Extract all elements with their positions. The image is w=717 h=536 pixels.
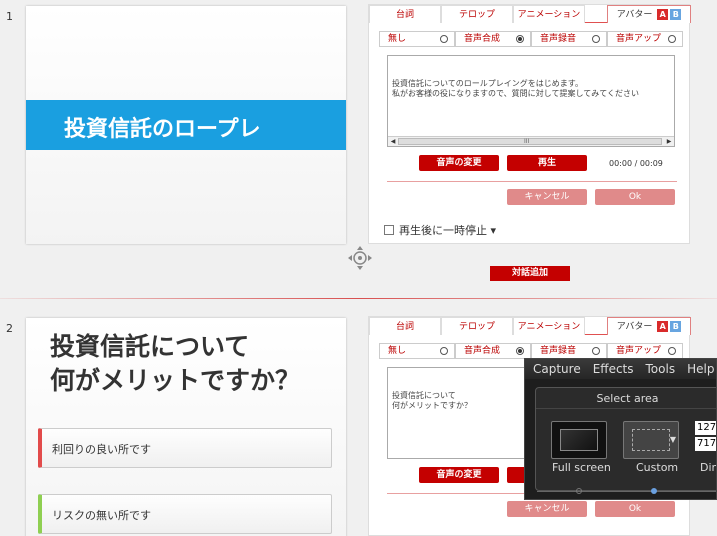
ok-button[interactable]: Ok <box>595 501 675 517</box>
menu-capture[interactable]: Capture <box>533 362 581 376</box>
pause-after-play-label: 再生後に一時停止 ▾ <box>399 224 497 237</box>
slide-title: 投資信託について 何がメリットですか？ <box>50 330 300 398</box>
voice-mode-label: 音声合成 <box>464 346 501 356</box>
custom-area-option[interactable]: ▼ <box>623 421 679 459</box>
menu-tools[interactable]: Tools <box>646 362 676 376</box>
capture-tool-window: Capture Effects Tools Help Select area ▼ Fu… <box>524 358 717 500</box>
change-voice-button[interactable]: 音声の変更 <box>419 155 499 171</box>
voice-mode-record[interactable]: 音声録音 <box>531 343 607 359</box>
voice-mode-label: 無し <box>388 346 407 356</box>
move-handle-icon[interactable] <box>347 245 373 271</box>
cancel-button[interactable]: キャンセル <box>507 189 587 205</box>
panel-tabs: 台詞 テロップ アニメーション アバター AB <box>369 317 691 335</box>
voice-mode-none[interactable]: 無し <box>379 31 455 47</box>
radio-icon <box>592 35 600 43</box>
scroll-thumb[interactable]: III <box>398 138 662 145</box>
tab-telop[interactable]: テロップ <box>441 5 513 23</box>
slide-number: 2 <box>6 322 13 335</box>
answer-option-1[interactable]: 利回りの良い所です <box>38 428 332 468</box>
slide-title: 投資信託のロープレ <box>64 117 261 142</box>
slide-thumbnail-1[interactable]: 投資信託のロープレ <box>26 6 346 244</box>
panel-tabs: 台詞 テロップ アニメーション アバター AB <box>369 5 691 23</box>
width-input[interactable]: 127 <box>695 421 716 435</box>
tab-dialogue[interactable]: 台詞 <box>369 317 441 335</box>
add-dialogue-button[interactable]: 対話追加 <box>490 266 570 281</box>
dialogue-text: 投資信託についてのロールプレイングをはじめます。 私がお客様の役になりますので、… <box>392 79 639 98</box>
full-screen-label: Full screen <box>552 461 611 474</box>
play-button[interactable]: 再生 <box>507 155 587 171</box>
playback-time: 00:00 / 00:09 <box>609 159 663 168</box>
tab-telop[interactable]: テロップ <box>441 317 513 335</box>
avatar-b-badge[interactable]: B <box>670 321 682 332</box>
voice-mode-synthesis[interactable]: 音声合成 <box>455 343 531 359</box>
tab-animation[interactable]: アニメーション <box>513 5 585 23</box>
voice-mode-upload[interactable]: 音声アップ <box>607 343 683 359</box>
dropdown-arrow-icon[interactable]: ▼ <box>670 435 676 444</box>
voice-mode-label: 音声合成 <box>464 34 501 44</box>
full-screen-icon <box>560 429 598 451</box>
full-screen-option[interactable] <box>551 421 607 459</box>
tab-avatar-label: アバター <box>616 322 653 332</box>
voice-mode-label: 音声アップ <box>616 34 662 44</box>
cancel-button[interactable]: キャンセル <box>507 501 587 517</box>
tab-avatar[interactable]: アバター AB <box>607 317 691 335</box>
voice-mode-synthesis[interactable]: 音声合成 <box>455 31 531 47</box>
dimensions-label: Dim <box>700 461 716 474</box>
radio-selected-icon <box>516 347 524 355</box>
scroll-right-icon[interactable]: ▶ <box>664 137 674 146</box>
voice-mode-label: 音声アップ <box>616 346 662 356</box>
title-band: 投資信託のロープレ <box>26 100 346 150</box>
tab-dialogue[interactable]: 台詞 <box>369 5 441 23</box>
slider-dot-active[interactable] <box>651 488 657 494</box>
dialogue-panel-1: 台詞 テロップ アニメーション アバター AB 無し 音声合成 音声録音 音声ア… <box>368 4 691 244</box>
height-input[interactable]: 717 <box>695 437 716 451</box>
slide-divider <box>0 298 717 299</box>
tab-avatar[interactable]: アバター AB <box>607 5 691 23</box>
radio-selected-icon <box>516 35 524 43</box>
slide-title-line-2: 何がメリットですか？ <box>50 366 301 395</box>
voice-mode-upload[interactable]: 音声アップ <box>607 31 683 47</box>
voice-mode-label: 無し <box>388 34 407 44</box>
slider-dot[interactable] <box>576 488 582 494</box>
scroll-grip: III <box>524 138 530 145</box>
avatar-a-badge[interactable]: A <box>657 321 669 332</box>
radio-icon <box>440 347 448 355</box>
capture-menubar: Capture Effects Tools Help <box>525 359 716 379</box>
capture-slider-track <box>537 491 716 492</box>
separator <box>536 408 716 409</box>
pause-after-play-option[interactable]: 再生後に一時停止 ▾ <box>384 222 496 238</box>
answer-option-2[interactable]: リスクの無い所です <box>38 494 332 534</box>
pause-checkbox[interactable] <box>384 225 394 235</box>
radio-icon <box>668 347 676 355</box>
divider-line <box>387 181 677 182</box>
radio-icon <box>668 35 676 43</box>
scroll-left-icon[interactable]: ◀ <box>388 137 398 146</box>
voice-mode-record[interactable]: 音声録音 <box>531 31 607 47</box>
voice-mode-label: 音声録音 <box>540 34 577 44</box>
menu-effects[interactable]: Effects <box>593 362 634 376</box>
avatar-a-badge[interactable]: A <box>657 9 669 20</box>
slide-number: 1 <box>6 10 13 23</box>
tab-avatar-label: アバター <box>616 10 653 20</box>
voice-mode-tabs: 無し 音声合成 音声録音 音声アップ <box>379 31 683 47</box>
ok-button[interactable]: Ok <box>595 189 675 205</box>
radio-icon <box>440 35 448 43</box>
custom-area-icon <box>632 429 670 451</box>
voice-mode-label: 音声録音 <box>540 346 577 356</box>
tab-animation[interactable]: アニメーション <box>513 317 585 335</box>
horizontal-scrollbar[interactable]: ◀ III ▶ <box>388 136 674 146</box>
dialogue-textarea[interactable]: 投資信託についてのロールプレイングをはじめます。 私がお客様の役になりますので、… <box>387 55 675 147</box>
radio-icon <box>592 347 600 355</box>
menu-help[interactable]: Help <box>687 362 714 376</box>
avatar-b-badge[interactable]: B <box>670 9 682 20</box>
voice-mode-tabs: 無し 音声合成 音声録音 音声アップ <box>379 343 683 359</box>
voice-mode-none[interactable]: 無し <box>379 343 455 359</box>
custom-label: Custom <box>636 461 679 474</box>
change-voice-button[interactable]: 音声の変更 <box>419 467 499 483</box>
slide-thumbnail-2[interactable]: 投資信託について 何がメリットですか？ 利回りの良い所です リスクの無い所です <box>26 318 346 536</box>
select-area-title: Select area <box>596 392 659 405</box>
dimensions-inputs: 127 717 <box>695 421 716 453</box>
slide-title-line-1: 投資信託について <box>50 332 250 361</box>
